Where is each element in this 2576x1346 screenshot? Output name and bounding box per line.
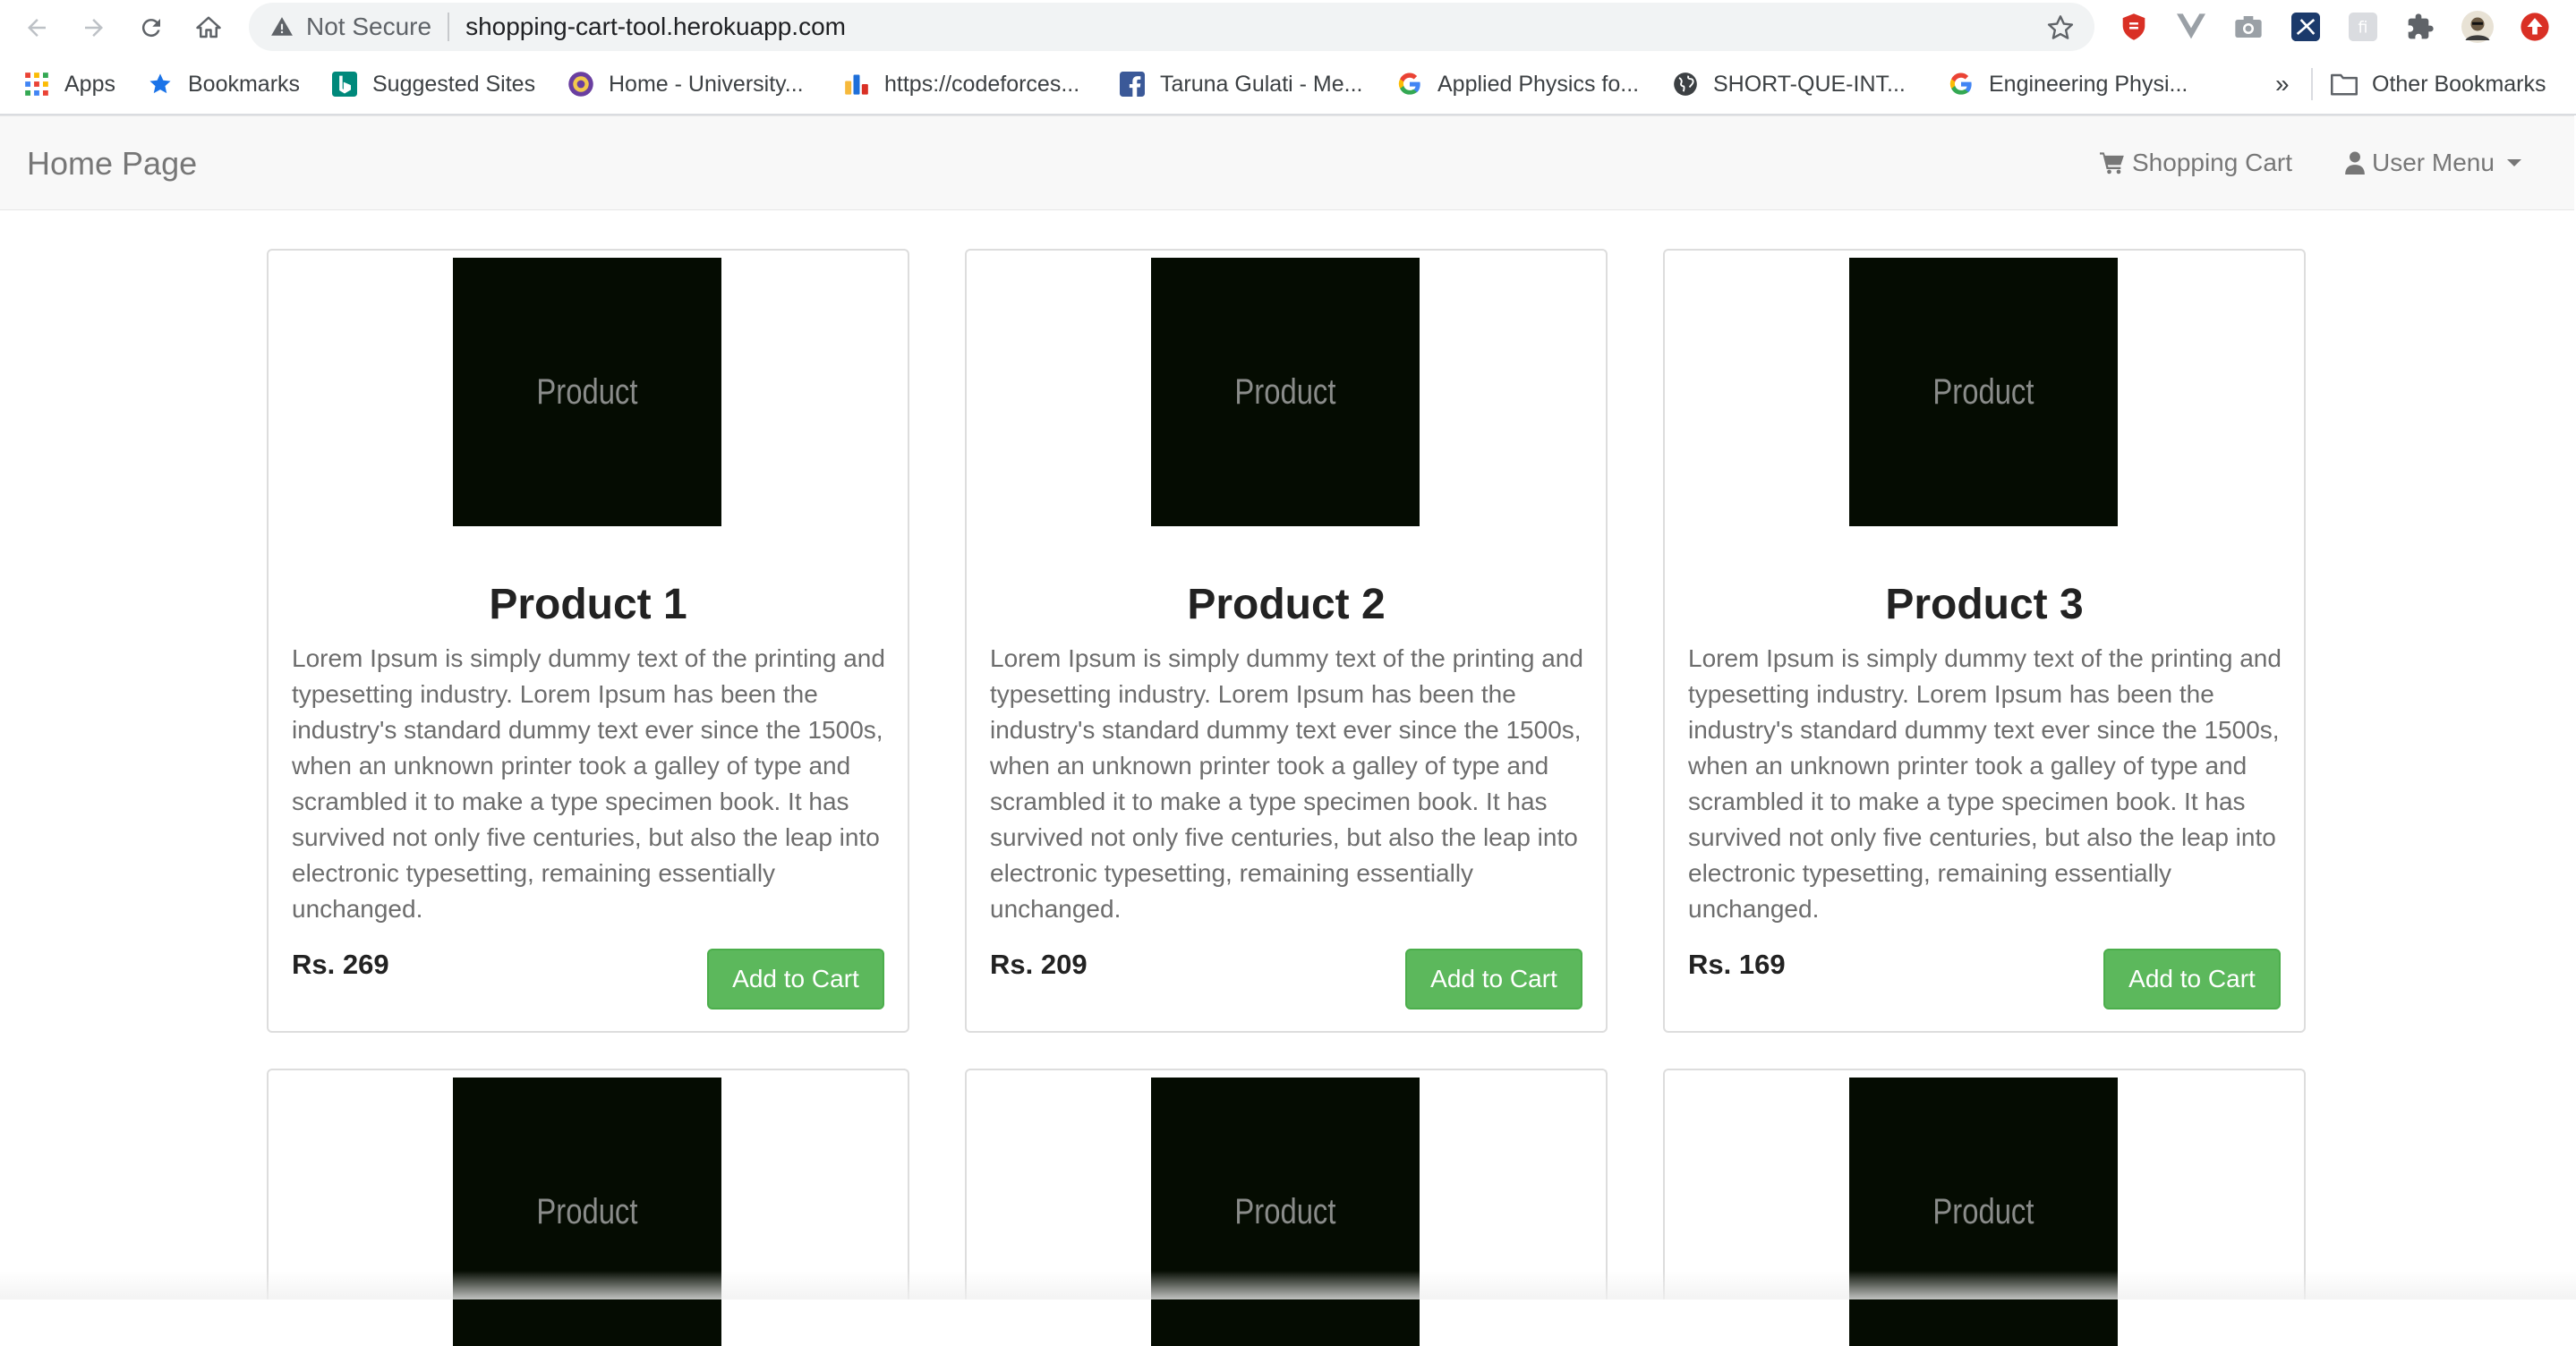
folder-icon: [2331, 71, 2358, 98]
google-icon: [1396, 71, 1423, 98]
codeforces-icon: [843, 71, 870, 98]
chevron-down-icon: [2506, 159, 2521, 166]
bookmark-label: Taruna Gulati - Me...: [1160, 71, 1363, 97]
product-title: Product 1: [489, 581, 687, 628]
bookmark-label: Applied Physics fo...: [1437, 71, 1640, 97]
bookmark-label: Engineering Physi...: [1989, 71, 2188, 97]
product-card: Product Product 2 Lorem Ipsum is simply …: [965, 249, 1608, 1033]
bookmark-bookmarks[interactable]: Bookmarks: [147, 67, 300, 101]
bookmark-label: Home - University...: [609, 71, 804, 97]
bookmark-facebook[interactable]: Taruna Gulati - Me...: [1119, 67, 1362, 101]
star-icon: [147, 71, 174, 98]
bookmarks-bar: Apps Bookmarks Suggested Sites Home - Un…: [0, 55, 2576, 115]
bookmark-label: Bookmarks: [188, 71, 301, 97]
google-icon: [1948, 71, 1975, 98]
product-description: Lorem Ipsum is simply dummy text of the …: [990, 644, 1583, 923]
product-image-label: Product: [1932, 1191, 2034, 1231]
bookmark-short-que[interactable]: SHORT-QUE-INT...: [1672, 67, 1906, 101]
bookmark-codeforces[interactable]: https://codeforces...: [843, 67, 1079, 101]
forward-icon[interactable]: [79, 13, 109, 43]
shopping-cart-label: Shopping Cart: [2132, 149, 2293, 176]
product-card: Product: [1663, 1069, 2306, 1346]
product-image: Product: [453, 1078, 721, 1346]
user-icon: [2345, 151, 2365, 175]
bookmark-applied-physics[interactable]: Applied Physics fo...: [1396, 67, 1639, 101]
product-image-label: Product: [1932, 371, 2034, 412]
bookmark-engineering-physics[interactable]: Engineering Physi...: [1948, 67, 2188, 101]
extensions-puzzle-icon[interactable]: [2404, 11, 2436, 43]
security-label[interactable]: Not Secure: [306, 13, 431, 41]
bookmark-university[interactable]: Home - University...: [567, 67, 804, 101]
shield-extension-icon[interactable]: [2118, 11, 2150, 43]
bookmark-label: https://codeforces...: [884, 71, 1080, 97]
reload-icon[interactable]: [136, 13, 166, 43]
product-price: Rs. 269: [292, 949, 389, 980]
product-card: Product Product 3 Lorem Ipsum is simply …: [1663, 249, 2306, 1033]
product-card: Product Product 1 Lorem Ipsum is simply …: [267, 249, 909, 1033]
product-image: Product: [1849, 1078, 2118, 1346]
product-image-label: Product: [536, 371, 638, 412]
bookmark-label: SHORT-QUE-INT...: [1713, 71, 1906, 97]
bing-icon: [331, 71, 358, 98]
bookmark-label: Apps: [64, 71, 115, 97]
update-icon[interactable]: [2519, 11, 2551, 43]
svg-text:fi: fi: [2358, 20, 2368, 38]
add-to-cart-button[interactable]: Add to Cart: [707, 949, 884, 1010]
bookmark-label: Suggested Sites: [372, 71, 536, 97]
camera-extension-icon[interactable]: [2232, 11, 2265, 43]
profile-avatar-icon[interactable]: [2461, 11, 2494, 43]
product-image-label: Product: [536, 1191, 638, 1231]
product-price: Rs. 169: [1688, 949, 1786, 980]
product-image-label: Product: [1234, 371, 1336, 412]
vue-extension-icon[interactable]: [2175, 11, 2207, 43]
omnibox-divider: [448, 13, 450, 41]
globe-icon: [1672, 71, 1699, 98]
warning-icon[interactable]: [269, 13, 295, 40]
product-card: Product: [965, 1069, 1608, 1346]
bookmark-other-bookmarks[interactable]: Other Bookmarks: [2331, 67, 2546, 101]
bookmark-label: Other Bookmarks: [2372, 71, 2546, 97]
dark-extension-icon[interactable]: [2290, 11, 2322, 43]
add-to-cart-button[interactable]: Add to Cart: [1405, 949, 1582, 1010]
gray-extension-icon[interactable]: fi: [2347, 11, 2379, 43]
product-title: Product 2: [1187, 581, 1386, 628]
back-icon[interactable]: [21, 13, 52, 43]
product-card: Product: [267, 1069, 909, 1346]
add-to-cart-button[interactable]: Add to Cart: [2103, 949, 2281, 1010]
app-navbar: Home Page Shopping Cart User Menu: [0, 115, 2574, 210]
product-price: Rs. 209: [990, 949, 1088, 980]
user-menu-dropdown[interactable]: User Menu: [2345, 149, 2521, 177]
url-text[interactable]: shopping-cart-tool.herokuapp.com: [465, 13, 846, 41]
home-icon[interactable]: [193, 13, 224, 43]
facebook-icon: [1119, 71, 1146, 98]
bookmark-star-icon[interactable]: [2046, 13, 2075, 42]
bookmark-suggested-sites[interactable]: Suggested Sites: [331, 67, 535, 101]
bookmark-apps[interactable]: Apps: [23, 67, 115, 101]
product-description: Lorem Ipsum is simply dummy text of the …: [292, 644, 885, 923]
bookmarks-overflow-button[interactable]: »: [2275, 67, 2290, 101]
brand-home-link[interactable]: Home Page: [27, 145, 197, 183]
product-image: Product: [1849, 258, 2118, 526]
address-bar[interactable]: Not Secure shopping-cart-tool.herokuapp.…: [249, 3, 2094, 51]
university-icon: [567, 71, 594, 98]
bookmarks-divider: [2311, 68, 2313, 100]
product-description: Lorem Ipsum is simply dummy text of the …: [1688, 644, 2282, 923]
user-menu-label: User Menu: [2372, 149, 2495, 176]
shopping-cart-link[interactable]: Shopping Cart: [2100, 149, 2292, 177]
browser-toolbar: Not Secure shopping-cart-tool.herokuapp.…: [0, 0, 2576, 55]
product-image: Product: [1151, 1078, 1420, 1346]
page-bottom-fade: [0, 1271, 2576, 1299]
product-title: Product 3: [1885, 581, 2084, 628]
product-image: Product: [1151, 258, 1420, 526]
product-image: Product: [453, 258, 721, 526]
apps-grid-icon: [23, 71, 50, 98]
cart-icon: [2100, 152, 2124, 175]
product-image-label: Product: [1234, 1191, 1336, 1231]
